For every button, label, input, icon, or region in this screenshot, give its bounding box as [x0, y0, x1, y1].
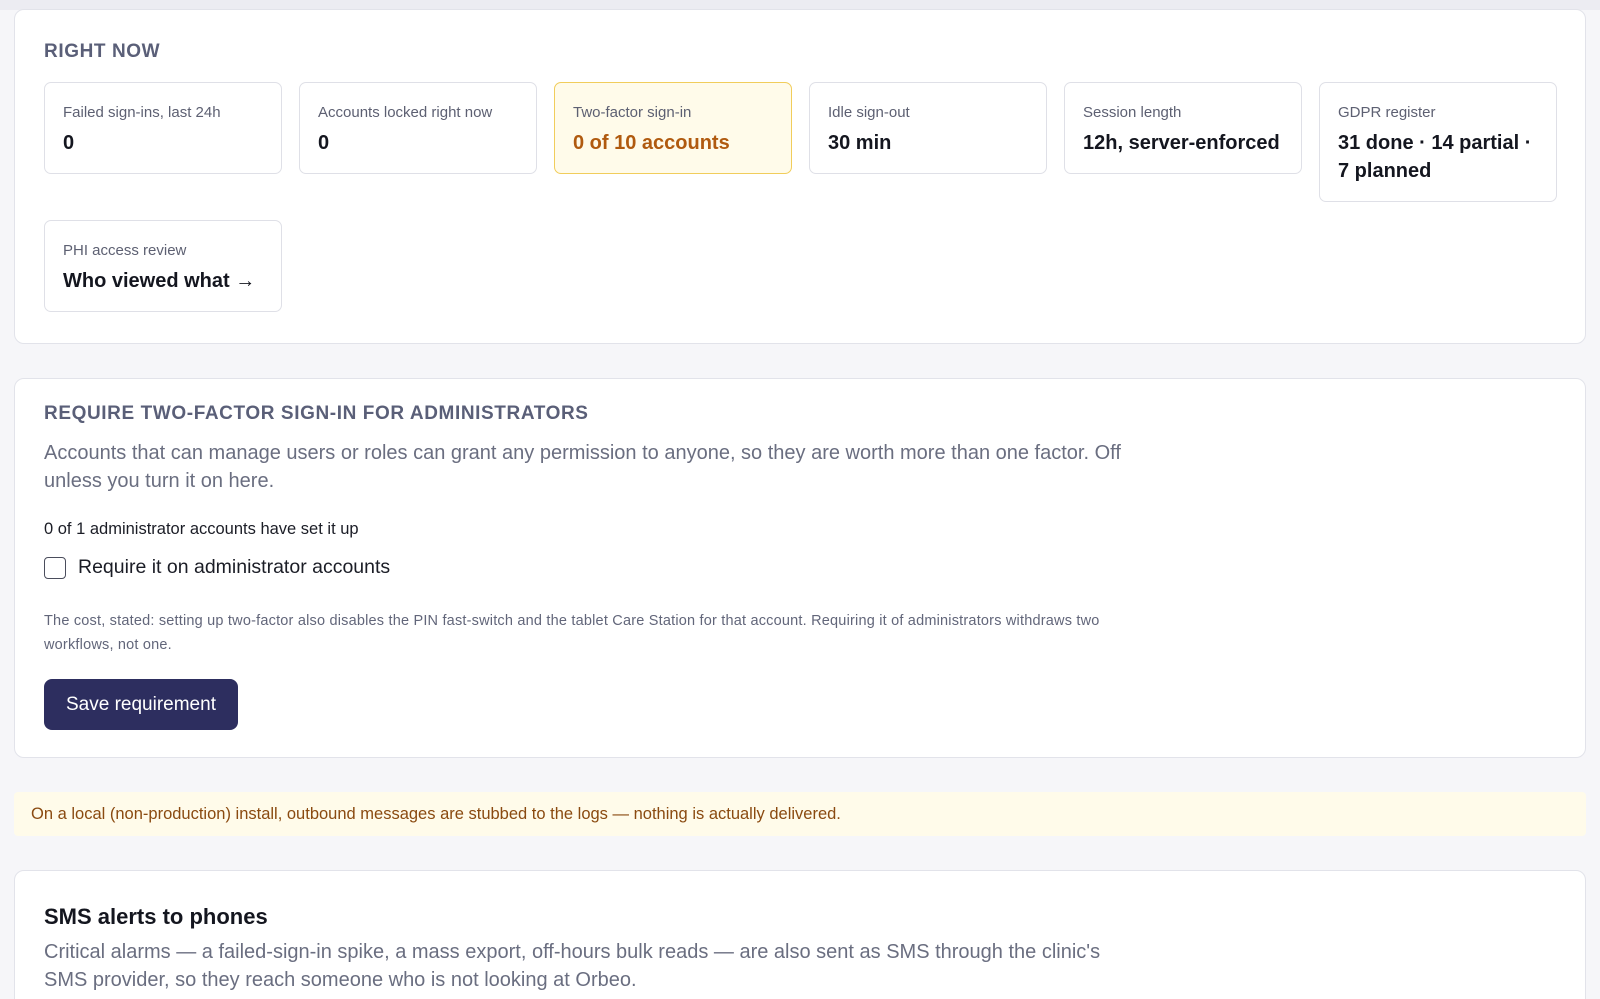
stat-value: 31 done · 14 partial · 7 planned [1338, 132, 1532, 182]
stat-value: 0 [318, 132, 330, 154]
require-2fa-checkbox-row[interactable]: Require it on administrator accounts [44, 556, 390, 579]
right-now-heading: RIGHT NOW [44, 41, 161, 62]
two-factor-card: REQUIRE TWO-FACTOR SIGN-IN FOR ADMINISTR… [14, 378, 1586, 758]
two-factor-cost-note: The cost, stated: setting up two-factor … [44, 613, 1100, 653]
stat-label: GDPR register [1338, 104, 1436, 121]
stat-tile-gdpr-register[interactable]: GDPR register 31 done · 14 partial · 7 p… [1319, 82, 1557, 202]
right-now-card: RIGHT NOW Failed sign-ins, last 24h 0 Ac… [14, 9, 1586, 344]
stat-label: Accounts locked right now [318, 104, 493, 121]
require-2fa-checkbox[interactable] [44, 556, 66, 579]
stat-value: 12h, server-enforced [1083, 132, 1280, 154]
stat-label: Two-factor sign-in [573, 104, 692, 121]
stat-value: 0 of 10 accounts [573, 132, 730, 154]
stat-value: 30 min [828, 132, 892, 154]
save-requirement-button[interactable]: Save requirement [44, 679, 238, 730]
notice-text: On a local (non-production) install, out… [31, 804, 841, 823]
sms-alerts-title: SMS alerts to phones [44, 904, 268, 929]
stat-tile-session-length: Session length 12h, server-enforced [1064, 82, 1302, 174]
stat-tile-phi-access-review[interactable]: PHI access review Who viewed what → [44, 220, 282, 312]
stat-value: 0 [63, 132, 75, 154]
two-factor-heading: REQUIRE TWO-FACTOR SIGN-IN FOR ADMINISTR… [44, 403, 589, 424]
stat-label: PHI access review [63, 242, 187, 259]
two-factor-status: 0 of 1 administrator accounts have set i… [44, 520, 359, 538]
require-2fa-checkbox-label[interactable]: Require it on administrator accounts [78, 556, 390, 579]
stat-label: Session length [1083, 104, 1182, 121]
phi-review-link[interactable]: Who viewed what → [63, 267, 263, 295]
sms-alerts-description: Critical alarms — a failed-sign-in spike… [44, 941, 1101, 991]
sms-alerts-card: SMS alerts to phones Critical alarms — a… [14, 870, 1586, 999]
stat-tile-idle-signout: Idle sign-out 30 min [809, 82, 1047, 174]
stat-tile-failed-signins: Failed sign-ins, last 24h 0 [44, 82, 282, 174]
two-factor-description: Accounts that can manage users or roles … [44, 442, 1121, 492]
stat-tile-two-factor: Two-factor sign-in 0 of 10 accounts [554, 82, 792, 174]
stat-label: Failed sign-ins, last 24h [63, 104, 221, 121]
local-install-notice: On a local (non-production) install, out… [14, 792, 1586, 836]
stat-tile-accounts-locked: Accounts locked right now 0 [299, 82, 537, 174]
stat-label: Idle sign-out [828, 104, 910, 121]
